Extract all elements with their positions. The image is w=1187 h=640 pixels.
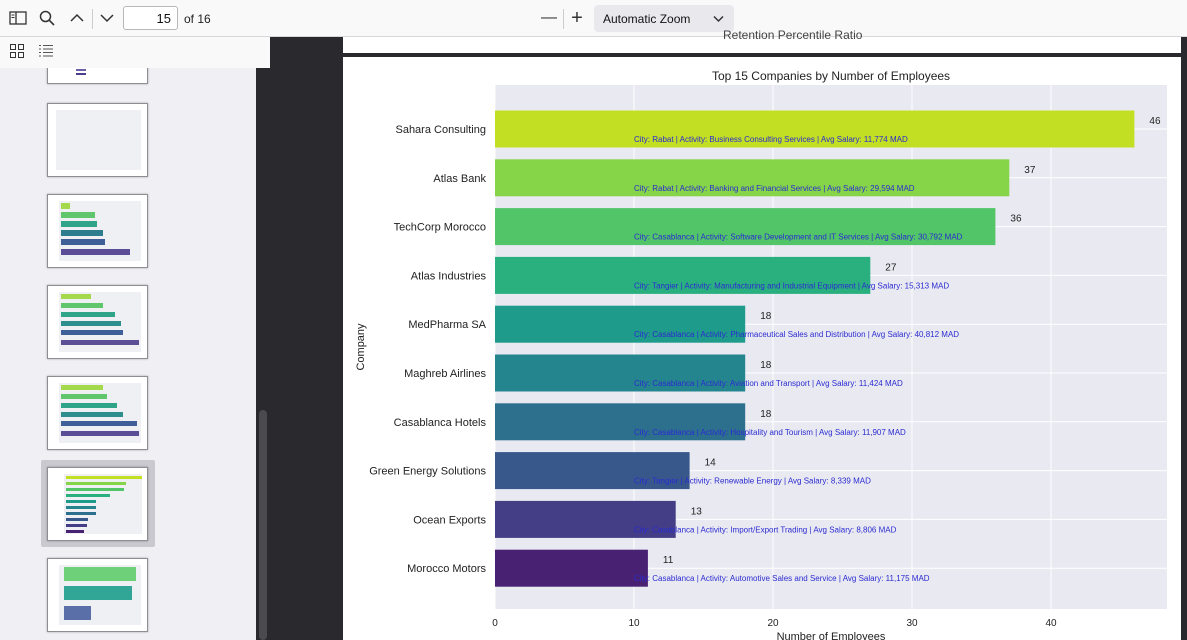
category-label: TechCorp Morocco bbox=[394, 222, 486, 234]
bar-value-label: 18 bbox=[760, 409, 772, 420]
category-label: Green Energy Solutions bbox=[369, 466, 486, 478]
sidebar-view-tabs bbox=[0, 37, 270, 69]
x-tick-label: 10 bbox=[628, 618, 640, 629]
zoom-select[interactable]: Automatic Zoom bbox=[594, 5, 734, 32]
page-thumbnail[interactable] bbox=[47, 194, 148, 268]
bar bbox=[495, 549, 648, 587]
chevron-up-icon bbox=[70, 13, 84, 22]
zoom-in-button[interactable]: + bbox=[566, 6, 588, 30]
zoom-out-button[interactable]: — bbox=[538, 6, 560, 30]
outline-tab[interactable] bbox=[38, 43, 56, 61]
bar-annotation: City: Tangier | Activity: Manufacturing … bbox=[634, 281, 949, 290]
page-number-input[interactable] bbox=[123, 6, 178, 30]
page-count-label: of 16 bbox=[184, 12, 211, 26]
previous-page-title-partial: Retention Percentile Ratio bbox=[723, 28, 863, 42]
thumbnails-tab[interactable] bbox=[9, 43, 27, 61]
page-thumbnail[interactable] bbox=[47, 558, 148, 632]
pdf-page: Top 15 Companies by Number of Employees … bbox=[343, 57, 1181, 640]
previous-page-tail: Retention Percentile Ratio bbox=[343, 28, 1181, 53]
category-label: Sahara Consulting bbox=[395, 124, 486, 136]
bar-value-label: 18 bbox=[760, 360, 772, 371]
chevron-down-icon bbox=[713, 15, 724, 23]
bar-value-label: 11 bbox=[663, 555, 674, 566]
toolbar-divider bbox=[92, 9, 93, 29]
sidebar-toggle-icon bbox=[9, 11, 27, 25]
bar-annotation: City: Rabat | Activity: Banking and Fina… bbox=[634, 184, 915, 193]
pdf-toolbar: of 16 — + Automatic Zoom bbox=[0, 0, 1187, 37]
category-label: Maghreb Airlines bbox=[404, 368, 486, 380]
category-label: Atlas Industries bbox=[411, 270, 487, 282]
x-axis-label: Number of Employees bbox=[777, 631, 886, 640]
list-icon bbox=[39, 45, 53, 57]
category-label: Morocco Motors bbox=[407, 563, 486, 575]
x-tick-label: 20 bbox=[767, 618, 779, 629]
bar-chart: Top 15 Companies by Number of Employees … bbox=[355, 69, 1167, 640]
page-thumbnail[interactable] bbox=[47, 68, 148, 84]
category-label: Casablanca Hotels bbox=[394, 417, 487, 429]
category-label: Ocean Exports bbox=[413, 514, 486, 526]
page-thumbnail[interactable] bbox=[47, 285, 148, 359]
previous-page-button[interactable] bbox=[66, 6, 88, 30]
thumbnail-sidebar bbox=[0, 68, 270, 640]
y-axis-label: Company bbox=[355, 323, 367, 371]
next-page-button[interactable] bbox=[96, 6, 118, 30]
page-thumbnail[interactable] bbox=[47, 103, 148, 177]
y-categories: Sahara Consulting Atlas Bank TechCorp Moro… bbox=[369, 124, 486, 575]
bar-value-label: 18 bbox=[760, 311, 772, 322]
x-tick-label: 30 bbox=[906, 618, 918, 629]
x-tick-label: 40 bbox=[1045, 618, 1057, 629]
bar-value-label: 14 bbox=[705, 458, 717, 469]
zoom-select-value: Automatic Zoom bbox=[603, 11, 691, 26]
chart-title: Top 15 Companies by Number of Employees bbox=[712, 69, 950, 83]
page-thumbnail[interactable] bbox=[47, 376, 148, 450]
bar-annotation: City: Tangier | Activity: Renewable Ener… bbox=[634, 477, 871, 486]
bar-value-label: 13 bbox=[691, 506, 703, 517]
toggle-sidebar-button[interactable] bbox=[6, 6, 30, 30]
find-button[interactable] bbox=[36, 6, 58, 30]
search-icon bbox=[39, 10, 55, 26]
chevron-down-icon bbox=[100, 14, 114, 23]
bar-annotation: City: Casablanca | Activity: Pharmaceuti… bbox=[634, 330, 959, 339]
x-ticks: 0 10 20 30 40 bbox=[492, 618, 1057, 629]
bar-annotation: City: Casablanca | Activity: Aviation an… bbox=[634, 379, 903, 388]
page-thumbnail-current[interactable] bbox=[47, 467, 148, 541]
bar-value-label: 36 bbox=[1010, 214, 1022, 225]
bar-value-label: 46 bbox=[1149, 116, 1161, 127]
toolbar-divider bbox=[563, 9, 564, 29]
bar-annotation: City: Casablanca | Activity: Import/Expo… bbox=[634, 525, 897, 534]
bar-annotation: City: Casablanca | Activity: Software De… bbox=[634, 233, 963, 242]
sidebar-scrollbar-thumb[interactable] bbox=[259, 410, 267, 640]
bar-value-label: 37 bbox=[1024, 165, 1036, 176]
grid-icon bbox=[10, 44, 24, 58]
bar-value-label: 27 bbox=[885, 262, 897, 273]
bar-annotation: City: Casablanca | Activity: Hospitality… bbox=[634, 428, 906, 437]
bar-annotation: City: Rabat | Activity: Business Consult… bbox=[634, 135, 908, 144]
x-tick-label: 0 bbox=[492, 618, 498, 629]
category-label: MedPharma SA bbox=[408, 319, 486, 331]
category-label: Atlas Bank bbox=[433, 173, 486, 185]
bar-annotation: City: Casablanca | Activity: Automotive … bbox=[634, 574, 930, 583]
